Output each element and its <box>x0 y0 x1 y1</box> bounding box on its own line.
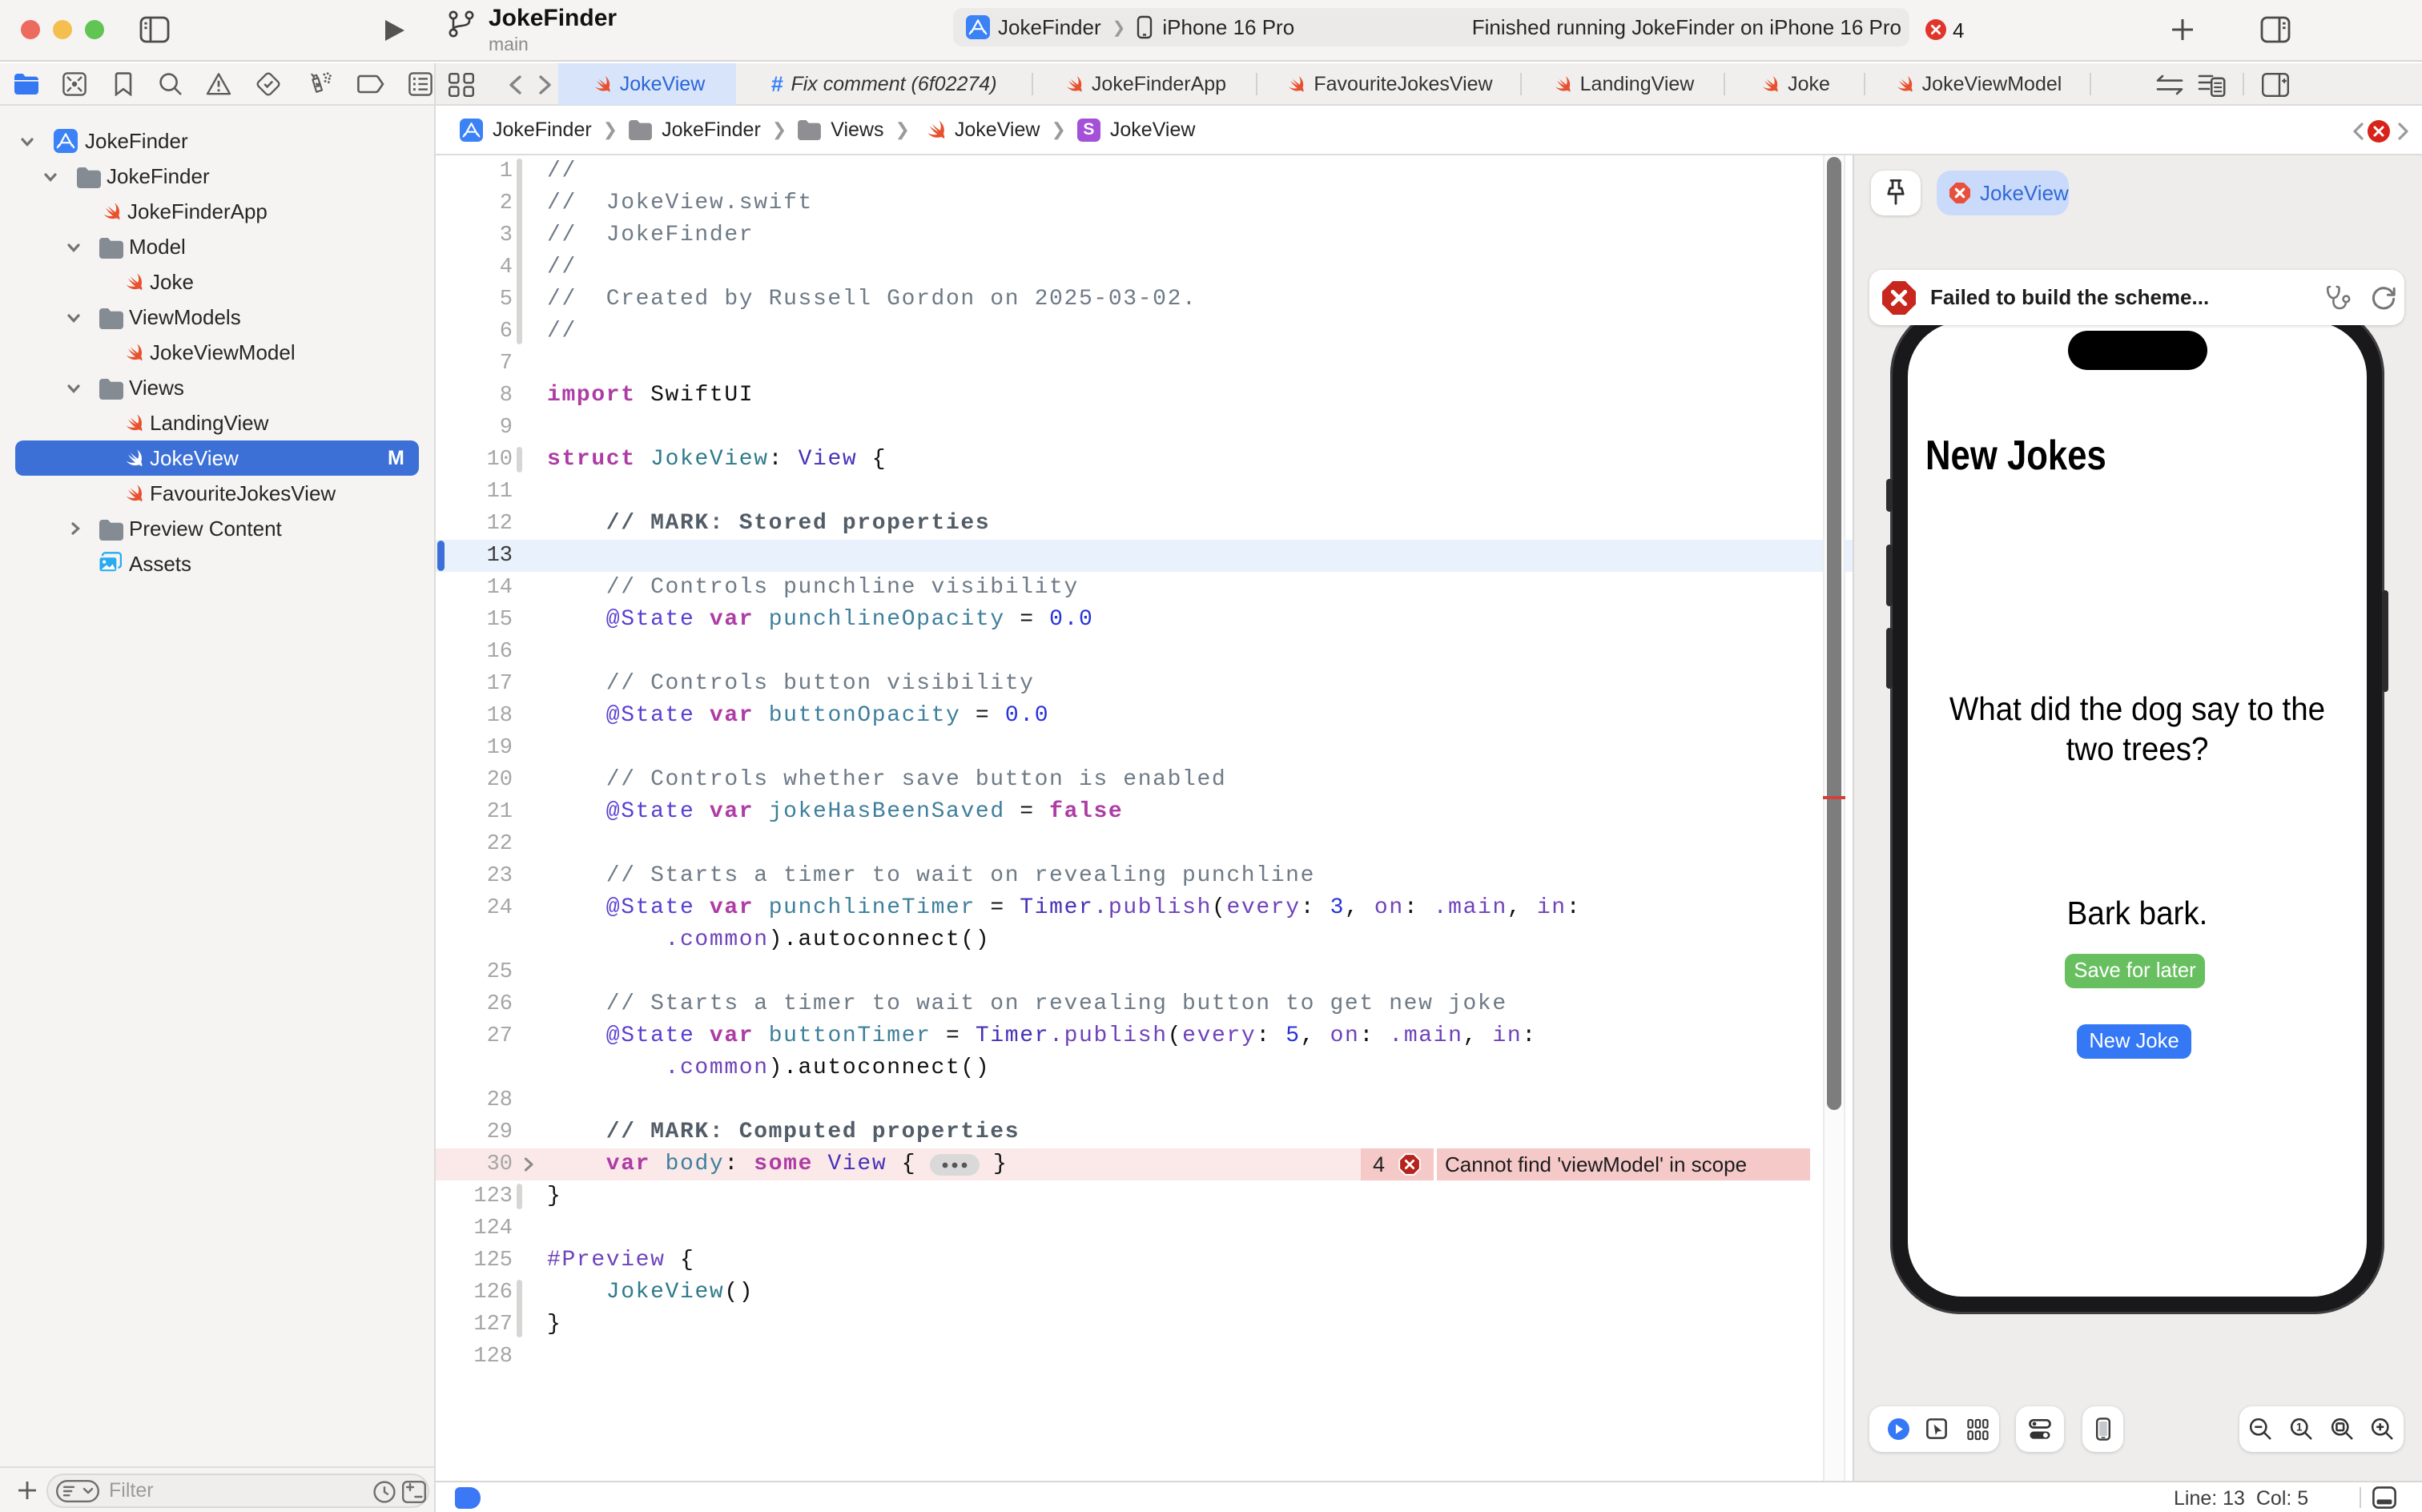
svg-text:1: 1 <box>2296 1422 2303 1434</box>
